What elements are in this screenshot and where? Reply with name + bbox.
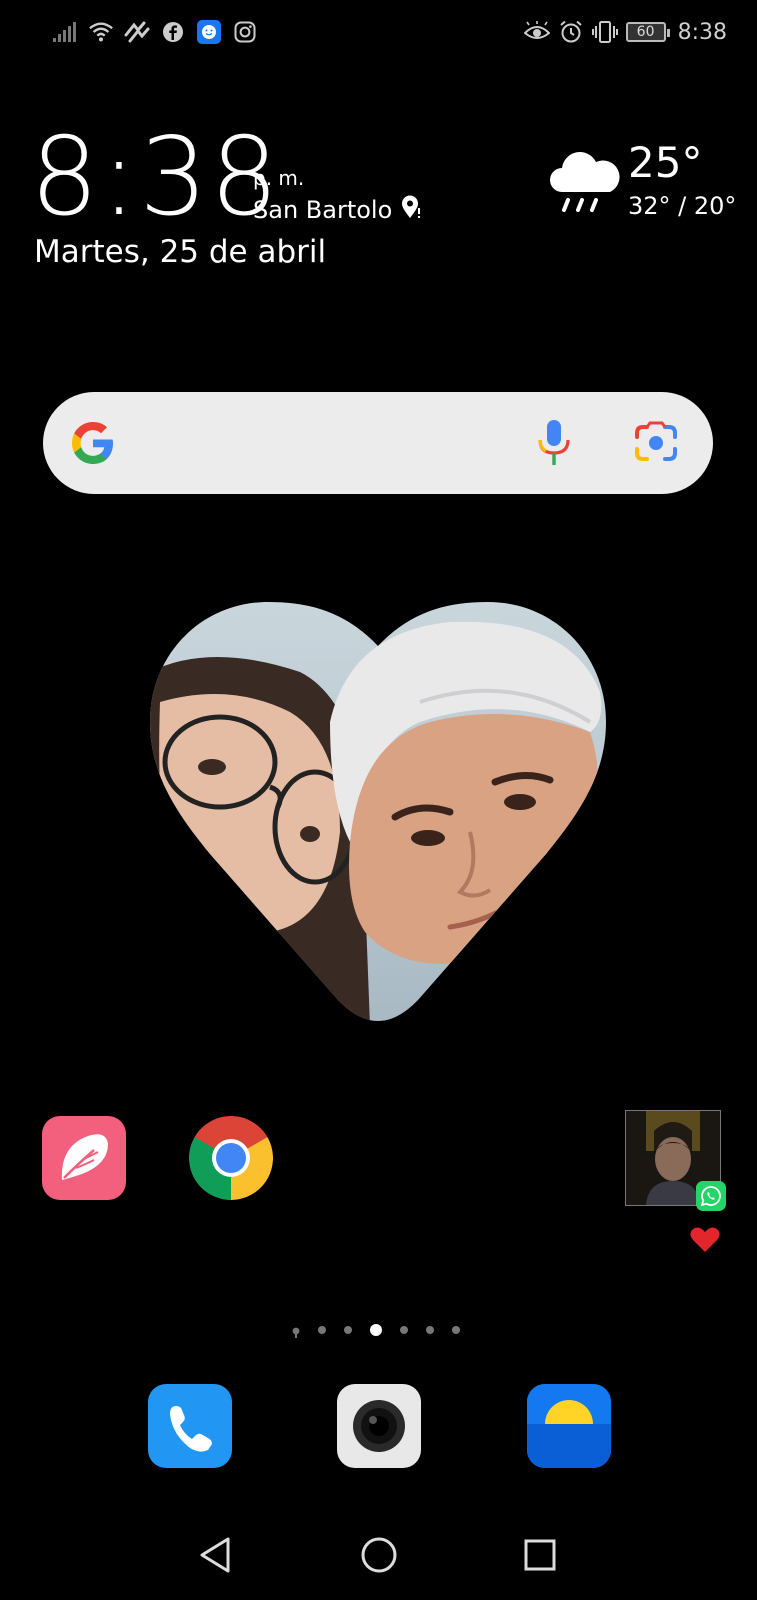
recents-button[interactable]: [518, 1533, 562, 1577]
page-dot: [318, 1326, 326, 1334]
page-dot-active: [370, 1324, 382, 1336]
wifi-icon: [88, 19, 114, 45]
google-g-icon[interactable]: [69, 419, 117, 467]
heart-photo-widget[interactable]: [150, 602, 606, 1026]
google-mic-icon[interactable]: [533, 418, 575, 468]
search-page-dot-icon: [292, 1324, 300, 1338]
couple-photo: [150, 602, 606, 1021]
page-indicator[interactable]: [292, 1322, 478, 1338]
vibrate-icon: [591, 19, 618, 45]
instagram-icon: [232, 19, 258, 45]
weather-app-icon[interactable]: [527, 1384, 611, 1468]
clock-city-label: San Bartolo: [253, 196, 393, 224]
status-time: 8:38: [677, 19, 727, 45]
camera-app-icon[interactable]: [337, 1384, 421, 1468]
clock-date[interactable]: Martes, 25 de abril: [34, 234, 326, 270]
location-pin-icon: [400, 195, 422, 225]
page-dot: [344, 1326, 352, 1334]
chrome-app-icon[interactable]: [189, 1116, 273, 1200]
google-search-bar[interactable]: [43, 392, 713, 494]
facebook-icon: [160, 19, 186, 45]
flo-app-icon[interactable]: [42, 1116, 126, 1200]
data-saver-icon: [124, 19, 150, 45]
clock-ampm: p. m.: [253, 166, 305, 190]
red-heart-emoji: [690, 1226, 720, 1254]
rain-cloud-icon: [548, 148, 620, 218]
messenger-kids-icon: [196, 19, 222, 45]
status-bar[interactable]: 60 8:38: [0, 0, 757, 64]
phone-app-icon[interactable]: [148, 1384, 232, 1468]
battery-level: 60: [636, 24, 655, 40]
notification-icons: [52, 18, 258, 46]
page-dot: [452, 1326, 460, 1334]
system-icons: 60 8:38: [523, 18, 727, 46]
google-lens-icon[interactable]: [633, 421, 679, 465]
back-button[interactable]: [194, 1533, 238, 1577]
page-dot: [400, 1326, 408, 1334]
page-dot: [426, 1326, 434, 1334]
whatsapp-contact-shortcut[interactable]: [625, 1110, 726, 1211]
clock-city[interactable]: San Bartolo: [253, 195, 422, 225]
navigation-bar: [0, 1515, 757, 1595]
weather-range: 32° / 20°: [628, 192, 737, 220]
weather-temperature: 25°: [628, 138, 703, 187]
home-button[interactable]: [357, 1533, 401, 1577]
signal-icon: [52, 19, 78, 45]
battery-indicator: 60: [625, 22, 670, 42]
eye-comfort-icon: [523, 19, 550, 45]
alarm-icon: [558, 19, 584, 45]
whatsapp-icon: [696, 1181, 726, 1211]
clock-time[interactable]: 8:38: [30, 118, 281, 238]
